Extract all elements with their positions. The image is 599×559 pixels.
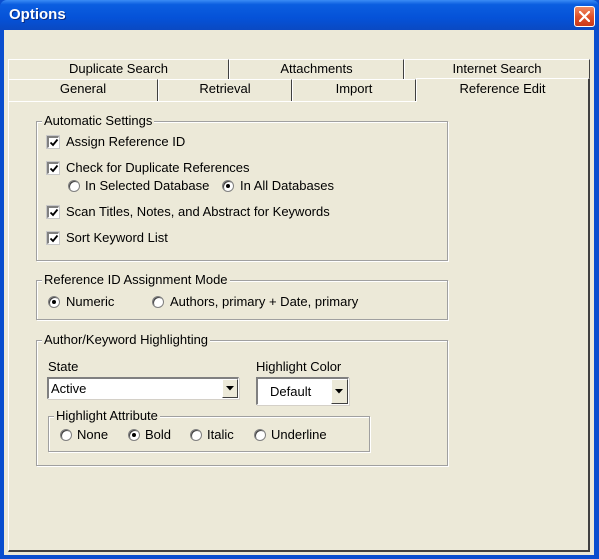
bold-radio[interactable]: [128, 429, 140, 441]
underline-label: Underline: [271, 427, 327, 442]
tab-label: Retrieval: [199, 81, 251, 96]
tab-label: General: [59, 81, 107, 96]
state-label: State: [48, 359, 79, 374]
window-title: Options: [9, 6, 66, 23]
tab-attachments[interactable]: Attachments: [229, 59, 404, 79]
tab-label: Duplicate Search: [69, 61, 168, 76]
authors-date-radio[interactable]: [152, 296, 164, 308]
highlight-color-label: Highlight Color: [256, 359, 342, 374]
automatic-settings-group: Automatic Settings Assign Reference ID C…: [36, 113, 448, 261]
checkmark-icon: [49, 234, 59, 243]
group-label: Author/Keyword Highlighting: [42, 332, 211, 348]
group-label: Automatic Settings: [42, 113, 155, 129]
state-value: Active: [51, 381, 87, 396]
tab-reference-edit[interactable]: Reference Edit: [416, 78, 590, 102]
tab-label: Import: [335, 81, 373, 96]
numeric-radio[interactable]: [48, 296, 60, 308]
reference-id-mode-group: Reference ID Assignment Mode Numeric Aut…: [36, 272, 448, 320]
tab-duplicate-search[interactable]: Duplicate Search: [8, 59, 229, 79]
checkmark-icon: [49, 164, 59, 173]
sort-keyword-list-label: Sort Keyword List: [66, 230, 168, 245]
check-duplicates-checkbox[interactable]: [47, 162, 59, 174]
reference-edit-panel: Automatic Settings Assign Reference ID C…: [8, 101, 590, 552]
highlighting-group: Author/Keyword Highlighting State Active…: [36, 332, 448, 466]
none-radio[interactable]: [60, 429, 72, 441]
close-button[interactable]: [574, 6, 595, 27]
tab-label: Reference Edit: [459, 81, 546, 96]
in-selected-database-label: In Selected Database: [85, 178, 210, 193]
scan-titles-label: Scan Titles, Notes, and Abstract for Key…: [66, 204, 330, 219]
tab-internet-search[interactable]: Internet Search: [404, 59, 590, 79]
title-bar[interactable]: Options: [0, 0, 599, 30]
in-all-databases-label: In All Databases: [240, 178, 334, 193]
state-dropdown[interactable]: Active: [47, 377, 239, 399]
italic-label: Italic: [207, 427, 234, 442]
italic-radio[interactable]: [190, 429, 202, 441]
bold-label: Bold: [145, 427, 172, 442]
options-window: Options Duplicate Search Attachments Int…: [0, 0, 599, 559]
assign-reference-id-label: Assign Reference ID: [66, 134, 186, 149]
sort-keyword-list-checkbox[interactable]: [47, 232, 59, 244]
highlight-attribute-group: Highlight Attribute None Bold Italic Und…: [48, 408, 370, 452]
checkmark-icon: [49, 138, 59, 147]
close-icon: [579, 11, 590, 22]
scan-titles-checkbox[interactable]: [47, 206, 59, 218]
tab-retrieval[interactable]: Retrieval: [158, 79, 292, 101]
tab-label: Attachments: [280, 61, 353, 76]
dialog-client-area: Duplicate Search Attachments Internet Se…: [4, 30, 594, 555]
underline-radio[interactable]: [254, 429, 266, 441]
tab-import[interactable]: Import: [292, 79, 416, 101]
group-label: Reference ID Assignment Mode: [42, 272, 230, 288]
tab-label: Internet Search: [452, 61, 542, 76]
tab-general[interactable]: General: [8, 79, 158, 101]
in-selected-database-radio[interactable]: [68, 180, 80, 192]
check-duplicates-label: Check for Duplicate References: [66, 160, 250, 175]
none-label: None: [77, 427, 109, 442]
chevron-down-icon: [226, 386, 234, 391]
checkmark-icon: [49, 208, 59, 217]
state-dropdown-button[interactable]: [222, 379, 238, 398]
highlight-color-dropdown-button[interactable]: [331, 379, 348, 404]
chevron-down-icon: [335, 389, 343, 394]
authors-date-label: Authors, primary + Date, primary: [170, 294, 359, 309]
highlight-color-value: Default: [270, 384, 312, 399]
in-all-databases-radio[interactable]: [222, 180, 234, 192]
numeric-label: Numeric: [66, 294, 115, 309]
group-label: Highlight Attribute: [54, 408, 160, 424]
assign-reference-id-checkbox[interactable]: [47, 136, 59, 148]
highlight-color-dropdown[interactable]: Default: [256, 377, 349, 405]
